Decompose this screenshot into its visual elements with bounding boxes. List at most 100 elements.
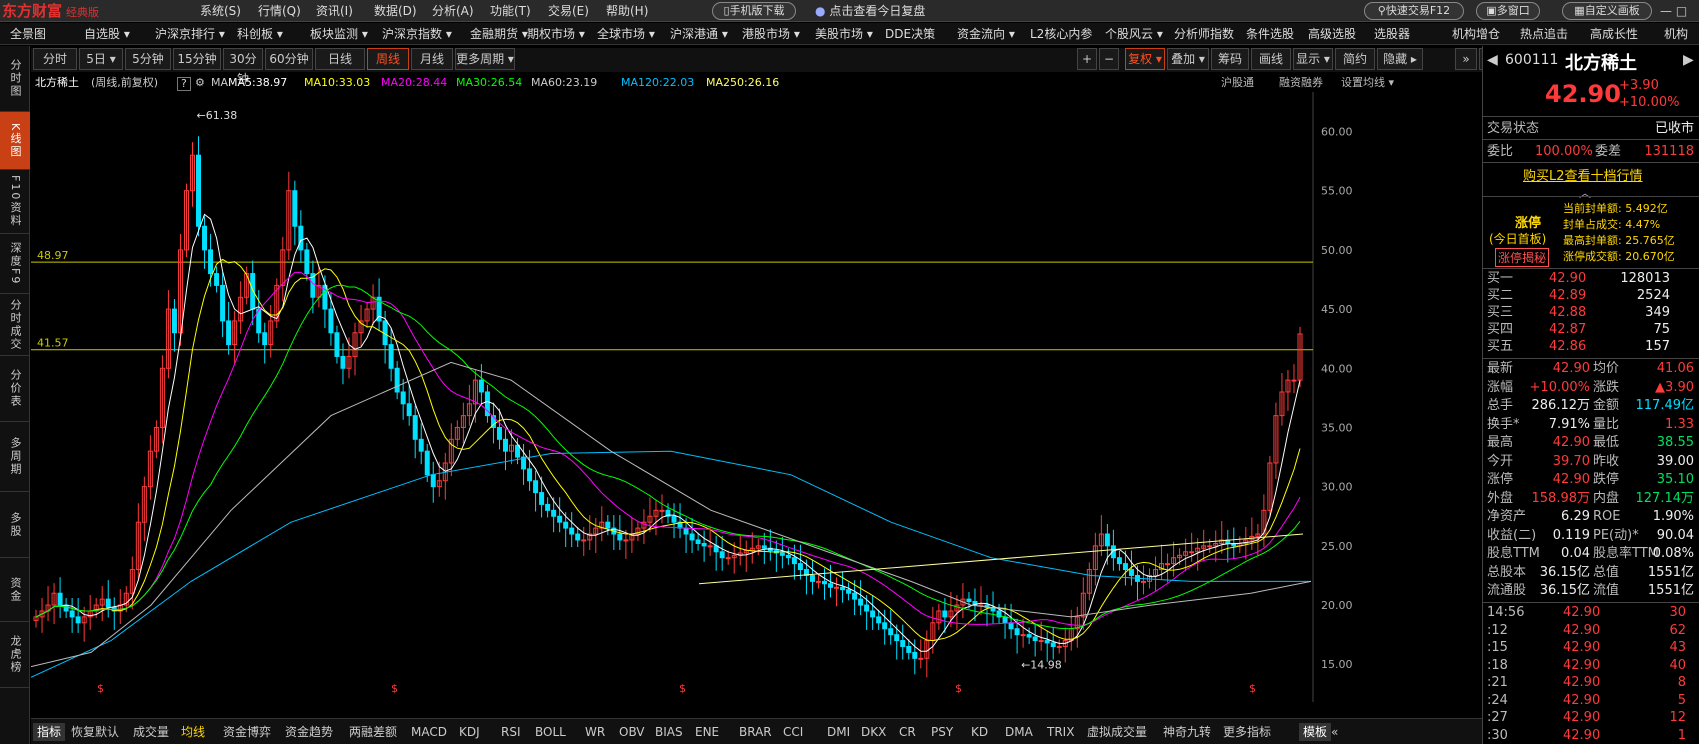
period-button[interactable]: 更多周期 ▾ bbox=[455, 48, 515, 70]
side-tab[interactable]: 多股 bbox=[0, 492, 30, 558]
chart-tool-button[interactable]: 简约 bbox=[1335, 48, 1375, 70]
chart-tool-button[interactable]: 叠加 ▾ bbox=[1167, 48, 1209, 70]
period-button[interactable]: 日线 bbox=[315, 48, 365, 70]
multi-window-button[interactable]: ▣多窗口 bbox=[1476, 2, 1540, 20]
period-button[interactable]: 60分钟 bbox=[265, 48, 313, 70]
event-marker-icon[interactable]: $ bbox=[391, 682, 398, 695]
event-marker-icon[interactable]: $ bbox=[955, 682, 962, 695]
indicator-tab[interactable]: DMI bbox=[827, 723, 850, 741]
menu-item[interactable]: 系统(S) bbox=[200, 0, 241, 22]
collapse-icon[interactable]: ︿ bbox=[1579, 184, 1591, 201]
nav-item[interactable]: 高成长性 bbox=[1590, 23, 1638, 45]
menu-item[interactable]: 功能(T) bbox=[490, 0, 531, 22]
indicator-tab[interactable]: OBV bbox=[619, 723, 645, 741]
bid-row[interactable]: 买二 42.89 2524 bbox=[1483, 287, 1699, 304]
menu-item[interactable]: 交易(E) bbox=[548, 0, 589, 22]
window-controls[interactable]: — □ ✕ bbox=[1660, 0, 1699, 40]
indicator-tab[interactable]: CR bbox=[899, 723, 916, 741]
chart-tool-button[interactable]: − bbox=[1099, 48, 1119, 70]
scroll-left-icon[interactable]: « bbox=[1331, 723, 1338, 741]
event-marker-icon[interactable]: $ bbox=[1249, 682, 1256, 695]
side-tab[interactable]: 分价表 bbox=[0, 356, 30, 422]
quick-trade-button[interactable]: ⚲快速交易F12 bbox=[1364, 2, 1464, 20]
chart-tool-button[interactable]: 隐藏 ▸ bbox=[1377, 48, 1423, 70]
nav-item[interactable]: 板块监测 ▾ bbox=[310, 23, 368, 45]
nav-item[interactable]: 港股市场 ▾ bbox=[742, 23, 800, 45]
indicator-tab[interactable]: WR bbox=[585, 723, 605, 741]
indicator-tab[interactable]: 更多指标 bbox=[1223, 723, 1271, 741]
event-marker-icon[interactable]: $ bbox=[97, 682, 104, 695]
nav-item[interactable]: 全球市场 ▾ bbox=[597, 23, 655, 45]
indicator-tab[interactable]: DKX bbox=[861, 723, 886, 741]
nav-item[interactable]: 资金流向 ▾ bbox=[957, 23, 1015, 45]
side-tab[interactable]: 资金 bbox=[0, 558, 30, 622]
indicator-tab[interactable]: 资金博弈 bbox=[223, 723, 271, 741]
menu-item[interactable]: 资讯(I) bbox=[316, 0, 353, 22]
menu-item[interactable]: 帮助(H) bbox=[606, 0, 648, 22]
mobile-download-button[interactable]: ▯手机版下载 bbox=[712, 2, 796, 20]
nav-item[interactable]: DDE决策 bbox=[885, 23, 935, 45]
side-tab[interactable]: K线图 bbox=[0, 112, 30, 170]
kline-chart[interactable]: 15.00 20.00 25.00 30.00 35.00 40.00 45.00 50.00… bbox=[31, 92, 1507, 702]
info-link[interactable]: 融资融券 bbox=[1279, 74, 1323, 92]
nav-item[interactable]: 条件选股 bbox=[1246, 23, 1294, 45]
chart-tool-button[interactable]: 复权 ▾ bbox=[1125, 48, 1165, 70]
indicator-tab[interactable]: KD bbox=[971, 723, 988, 741]
indicator-tab[interactable]: ENE bbox=[695, 723, 719, 741]
nav-item[interactable]: L2核心内参 bbox=[1030, 23, 1092, 45]
side-tab[interactable]: 多周期 bbox=[0, 422, 30, 492]
help-icon[interactable]: ? bbox=[177, 77, 191, 91]
menu-item[interactable]: 分析(A) bbox=[432, 0, 474, 22]
indicator-tab[interactable]: BOLL bbox=[535, 723, 566, 741]
side-tab[interactable]: 分时图 bbox=[0, 46, 30, 112]
period-button[interactable]: 月线 bbox=[411, 48, 453, 70]
prev-stock-icon[interactable]: ◀ bbox=[1487, 52, 1498, 68]
indicator-tab[interactable]: 资金趋势 bbox=[285, 723, 333, 741]
nav-item[interactable]: 沪深港通 ▾ bbox=[670, 23, 728, 45]
l2-upgrade-link[interactable]: 购买L2查看十档行情 bbox=[1523, 165, 1643, 184]
side-tab[interactable]: F10资料 bbox=[0, 170, 30, 234]
indicator-tab[interactable]: TRIX bbox=[1047, 723, 1074, 741]
chart-tool-button[interactable]: + bbox=[1077, 48, 1097, 70]
indicator-tab[interactable]: 模板 bbox=[1299, 723, 1332, 741]
info-link[interactable]: 设置均线 ▾ bbox=[1341, 74, 1394, 92]
nav-item[interactable]: 热点追击 bbox=[1520, 23, 1568, 45]
nav-item[interactable]: 全景图 bbox=[10, 23, 46, 45]
nav-item[interactable]: 分析师指数 bbox=[1174, 23, 1234, 45]
indicator-tab[interactable]: 成交量 bbox=[133, 723, 169, 741]
indicator-tab[interactable]: RSI bbox=[501, 723, 521, 741]
menu-item[interactable]: 数据(D) bbox=[374, 0, 417, 22]
nav-item[interactable]: 机构 bbox=[1664, 23, 1688, 45]
period-button[interactable]: 5分钟 bbox=[125, 48, 171, 70]
indicator-tab[interactable]: PSY bbox=[931, 723, 953, 741]
nav-item[interactable]: 金融期货 ▾ bbox=[470, 23, 528, 45]
nav-item[interactable]: 高级选股 bbox=[1308, 23, 1356, 45]
chart-tool-button[interactable]: 画线 bbox=[1251, 48, 1291, 70]
event-marker-icon[interactable]: $ bbox=[679, 682, 686, 695]
nav-item[interactable]: 选股器 bbox=[1374, 23, 1410, 45]
indicator-tab[interactable]: 神奇九转 bbox=[1163, 723, 1211, 741]
bid-row[interactable]: 买四 42.87 75 bbox=[1483, 321, 1699, 338]
nav-item[interactable]: 科创板 ▾ bbox=[237, 23, 283, 45]
chart-tool-button[interactable]: 筹码 bbox=[1211, 48, 1249, 70]
side-tab[interactable]: 深度F9 bbox=[0, 234, 30, 294]
indicator-tab[interactable]: 均线 bbox=[181, 723, 205, 741]
period-button[interactable]: 分时 bbox=[33, 48, 77, 70]
indicator-tab[interactable]: KDJ bbox=[459, 723, 480, 741]
nav-item[interactable]: 自选股 ▾ bbox=[84, 23, 130, 45]
period-button[interactable]: 15分钟 bbox=[173, 48, 221, 70]
limit-reveal-button[interactable]: 涨停揭秘 bbox=[1495, 248, 1550, 267]
period-button[interactable]: 5日 ▾ bbox=[79, 48, 123, 70]
indicator-tab[interactable]: CCI bbox=[783, 723, 803, 741]
custom-layout-button[interactable]: ▦自定义画板 bbox=[1562, 2, 1652, 20]
bid-row[interactable]: 买五 42.86 157 bbox=[1483, 338, 1699, 355]
next-icon[interactable]: » bbox=[1455, 48, 1477, 70]
indicator-tab[interactable]: 虚拟成交量 bbox=[1087, 723, 1147, 741]
nav-item[interactable]: 沪深京指数 ▾ bbox=[382, 23, 452, 45]
indicator-tab[interactable]: BRAR bbox=[739, 723, 772, 741]
nav-item[interactable]: 沪深京排行 ▾ bbox=[155, 23, 225, 45]
next-stock-icon[interactable]: ▶ bbox=[1683, 52, 1694, 68]
daily-review-link[interactable]: ● 点击查看今日复盘 bbox=[815, 0, 925, 22]
side-tab[interactable]: 龙虎榜 bbox=[0, 622, 30, 688]
side-tab[interactable]: 分时成交 bbox=[0, 294, 30, 356]
